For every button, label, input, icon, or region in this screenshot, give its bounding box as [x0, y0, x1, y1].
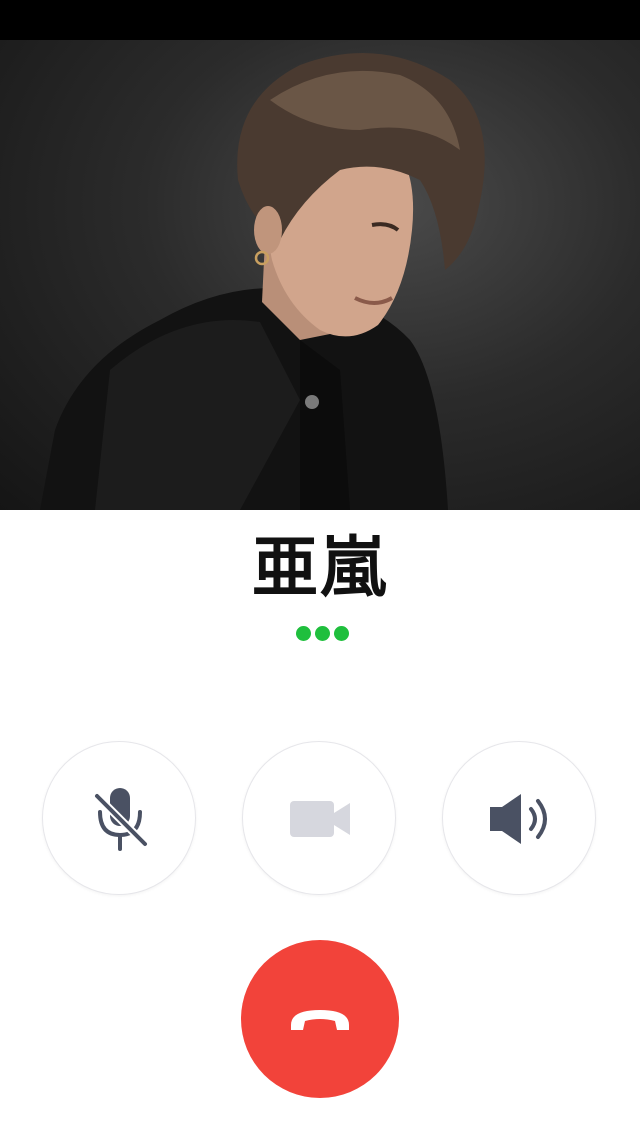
calling-indicator — [296, 626, 350, 642]
video-button[interactable] — [242, 741, 396, 895]
speaker-icon — [490, 794, 547, 844]
phone-hangup-icon — [291, 1010, 349, 1030]
microphone-off-icon — [93, 788, 149, 851]
caller-name: 亜嵐 — [252, 529, 388, 606]
speaker-button[interactable] — [442, 741, 596, 895]
caller-photo-illustration — [40, 53, 485, 510]
status-bar — [0, 0, 640, 40]
caller-photo — [0, 40, 640, 510]
calling-dot — [296, 626, 311, 641]
calling-dot — [315, 626, 330, 641]
mute-button[interactable] — [42, 741, 196, 895]
video-camera-icon — [290, 801, 350, 837]
end-call-button[interactable] — [241, 940, 399, 1098]
calling-dot — [334, 626, 349, 641]
